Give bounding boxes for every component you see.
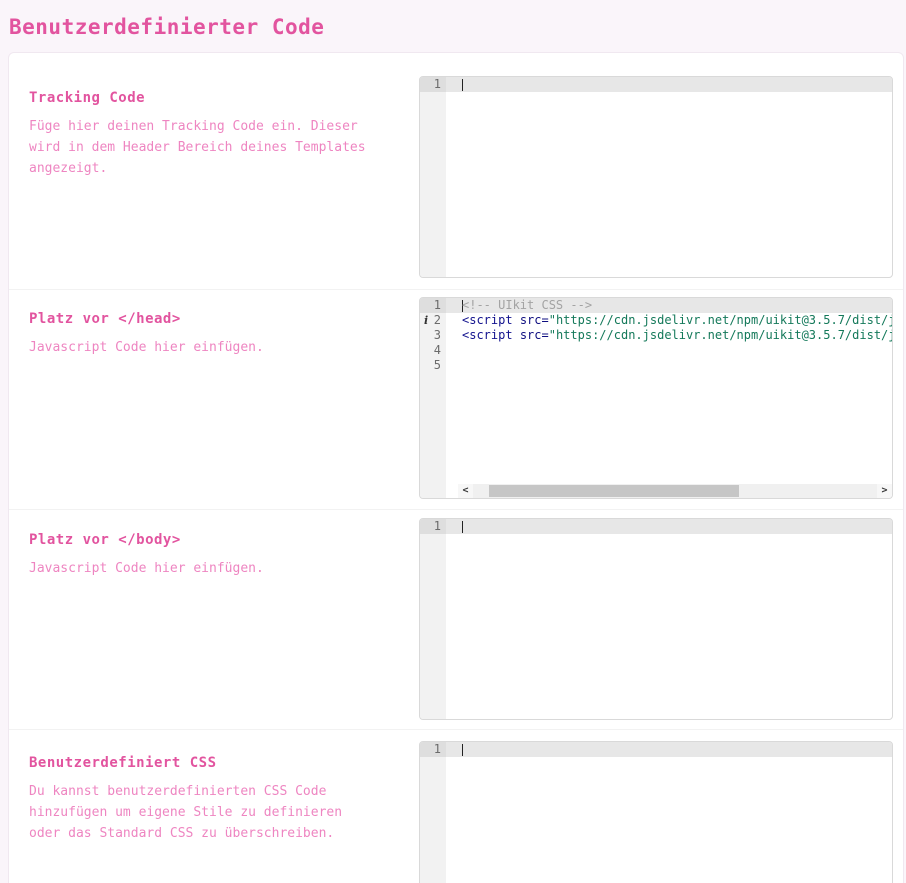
section-text-column: Platz vor </body> Javascript Code hier e…	[29, 518, 419, 720]
code-line: 1	[420, 519, 892, 534]
editor-code-area: 1	[420, 519, 892, 534]
code-line-content	[446, 77, 892, 92]
editor-code-area: 1	[420, 77, 892, 92]
editor-gutter	[420, 742, 446, 883]
chevron-left-icon[interactable]: <	[458, 484, 473, 498]
horizontal-scrollbar[interactable]: <>	[458, 484, 892, 498]
lint-info-icon: i	[424, 313, 428, 328]
editor-gutter	[420, 77, 446, 277]
line-number: i2	[420, 313, 446, 328]
section-description: Du kannst benutzerdefinierten CSS Code h…	[29, 781, 381, 844]
line-number-text: 5	[434, 358, 441, 372]
code-token-string: "https://cdn.jsdelivr.net/npm/uikit@3.5.…	[549, 328, 892, 342]
body-code-editor[interactable]: 1	[419, 518, 893, 720]
section-heading: Tracking Code	[29, 90, 401, 106]
text-cursor	[462, 79, 463, 91]
text-cursor	[462, 744, 463, 756]
line-number: 3	[420, 328, 446, 343]
section-tracking-code: Tracking Code Füge hier deinen Tracking …	[9, 53, 903, 289]
code-line: i2<script src="https://cdn.jsdelivr.net/…	[420, 313, 892, 328]
code-line-content	[446, 358, 892, 373]
line-number: 1	[420, 77, 446, 92]
section-heading: Platz vor </body>	[29, 532, 401, 548]
section-text-column: Tracking Code Füge hier deinen Tracking …	[29, 76, 419, 278]
scrollbar-thumb[interactable]	[489, 485, 739, 497]
code-token-tag: <script	[462, 328, 513, 342]
editor-code-area: 1	[420, 742, 892, 757]
section-heading: Platz vor </head>	[29, 311, 401, 327]
section-heading: Benutzerdefiniert CSS	[29, 755, 401, 771]
code-line: 4	[420, 343, 892, 358]
css-code-editor[interactable]: 1	[419, 741, 893, 883]
code-token-comment: <!-- UIkit CSS -->	[462, 298, 592, 312]
code-token-plain	[513, 328, 520, 342]
line-number-text: 4	[434, 343, 441, 357]
code-line-content: <!-- UIkit CSS -->	[446, 298, 892, 313]
head-code-editor[interactable]: 1<!-- UIkit CSS -->i2<script src="https:…	[419, 297, 893, 499]
line-number: 5	[420, 358, 446, 373]
code-line-content: <script src="https://cdn.jsdelivr.net/np…	[446, 328, 892, 343]
line-number-text: 2	[434, 313, 441, 327]
code-token-attr: src=	[520, 328, 549, 342]
line-number-text: 3	[434, 328, 441, 342]
section-platz-vor-head: Platz vor </head> Javascript Code hier e…	[9, 289, 903, 509]
code-token-attr: src=	[520, 313, 549, 327]
section-platz-vor-body: Platz vor </body> Javascript Code hier e…	[9, 509, 903, 729]
line-number: 1	[420, 298, 446, 313]
line-number: 4	[420, 343, 446, 358]
section-text-column: Platz vor </head> Javascript Code hier e…	[29, 297, 419, 499]
code-line-content	[446, 519, 892, 534]
code-token-tag: <script	[462, 313, 513, 327]
text-cursor	[462, 521, 463, 533]
code-line: 1	[420, 742, 892, 757]
editor-gutter	[420, 519, 446, 719]
line-number: 1	[420, 519, 446, 534]
line-number-text: 1	[434, 519, 441, 533]
code-line: 3 <script src="https://cdn.jsdelivr.net/n…	[420, 328, 892, 343]
content-card: Tracking Code Füge hier deinen Tracking …	[8, 52, 904, 883]
tracking-code-editor[interactable]: 1	[419, 76, 893, 278]
scrollbar-track[interactable]	[473, 484, 877, 498]
chevron-right-icon[interactable]: >	[877, 484, 892, 498]
code-line: 5	[420, 358, 892, 373]
section-description: Javascript Code hier einfügen.	[29, 558, 381, 579]
line-number-text: 1	[434, 742, 441, 756]
code-line: 1 <!-- UIkit CSS -->	[420, 298, 892, 313]
section-benutzerdefiniert-css: Benutzerdefiniert CSS Du kannst benutzer…	[9, 729, 903, 883]
code-line-content	[446, 343, 892, 358]
code-token-plain	[513, 313, 520, 327]
page-title: Benutzerdefinierter Code	[9, 15, 906, 39]
line-number-text: 1	[434, 298, 441, 312]
section-description: Javascript Code hier einfügen.	[29, 337, 381, 358]
line-number: 1	[420, 742, 446, 757]
code-line-content: <script src="https://cdn.jsdelivr.net/np…	[446, 313, 892, 328]
section-text-column: Benutzerdefiniert CSS Du kannst benutzer…	[29, 741, 419, 883]
line-number-text: 1	[434, 77, 441, 91]
code-line-content	[446, 742, 892, 757]
section-description: Füge hier deinen Tracking Code ein. Dies…	[29, 116, 381, 179]
editor-code-area: 1<!-- UIkit CSS -->i2<script src="https:…	[420, 298, 892, 373]
code-line: 1	[420, 77, 892, 92]
code-token-string: "https://cdn.jsdelivr.net/npm/uikit@3.5.…	[549, 313, 892, 327]
